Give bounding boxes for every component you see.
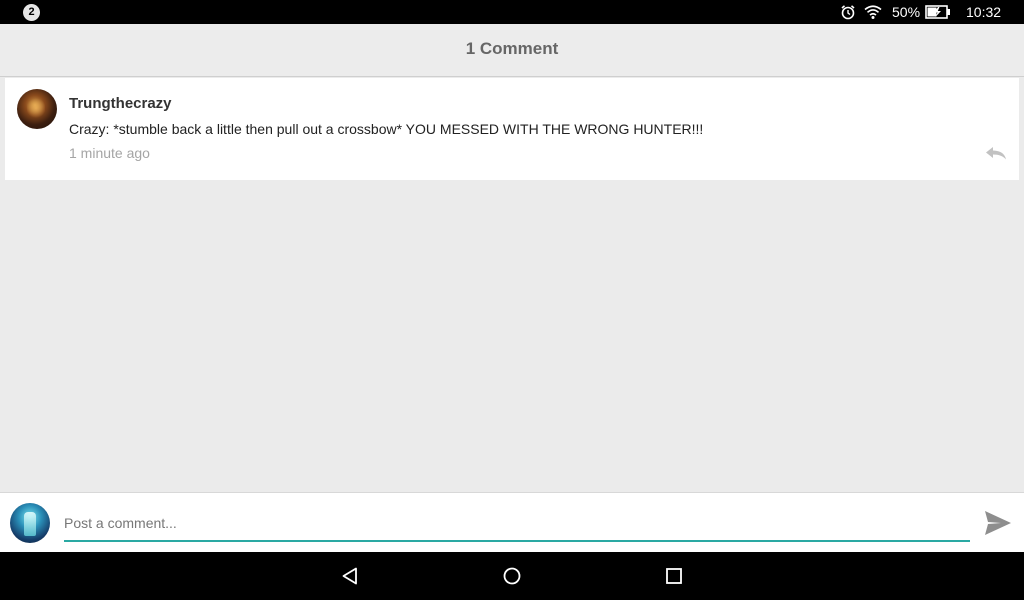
comment-item: Trungthecrazy Crazy: *stumble back a lit… [5, 78, 1019, 180]
comment-text: Crazy: *stumble back a little then pull … [69, 121, 704, 137]
send-icon[interactable] [984, 510, 1012, 536]
reply-icon[interactable] [985, 146, 1007, 160]
home-icon[interactable] [502, 566, 522, 586]
navigation-bar [0, 552, 1024, 600]
clock: 10:32 [966, 4, 1002, 20]
comment-composer [0, 492, 1024, 553]
comment-input[interactable] [64, 506, 970, 542]
status-bar: 2 50% 10:32 [0, 0, 1024, 24]
battery-percentage: 50% [892, 4, 921, 20]
recents-icon[interactable] [664, 566, 684, 586]
notification-count-badge: 2 [23, 4, 40, 21]
comment-timestamp: 1 minute ago [69, 145, 150, 161]
battery-charging-icon [925, 5, 950, 19]
alarm-icon [841, 5, 855, 20]
user-avatar [10, 503, 50, 543]
commenter-avatar[interactable] [17, 89, 57, 129]
page-title: 1 Comment [0, 24, 1024, 77]
wifi-icon [864, 5, 882, 19]
back-icon[interactable] [340, 566, 360, 586]
comment-author[interactable]: Trungthecrazy [69, 95, 172, 112]
